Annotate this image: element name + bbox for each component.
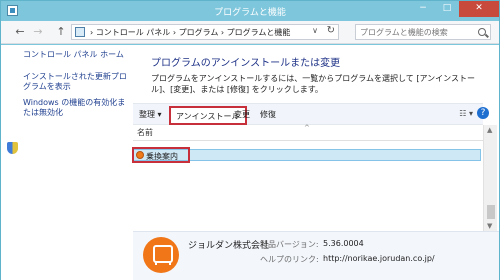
selection-highlight	[132, 147, 190, 163]
control-panel-icon	[75, 27, 85, 37]
details-pane: ジョルダン株式会社 製品バージョン: 5.36.0004 ヘルプのリンク: ht…	[133, 231, 499, 280]
sidebar-item-installed-updates[interactable]: インストールされた更新プログラムを表示	[23, 72, 129, 92]
scroll-down-icon[interactable]: ▼	[487, 222, 492, 230]
chevron-down-icon: ▾	[157, 110, 162, 119]
sort-arrow-icon: ^	[304, 124, 310, 132]
scrollbar[interactable]: ▲ ▼	[483, 125, 497, 231]
shield-icon	[7, 142, 18, 154]
sidebar: コントロール パネル ホーム インストールされた更新プログラムを表示 Windo…	[1, 45, 133, 280]
window: プログラムと機能 − □ ✕ ← → ↑ › コントロール パネル › プログラ…	[0, 0, 500, 280]
column-header-name[interactable]: 名前 ^	[133, 124, 483, 141]
up-button[interactable]: ↑	[54, 25, 68, 39]
forward-button[interactable]: →	[31, 25, 45, 39]
sidebar-item-windows-features[interactable]: Windows の機能の有効化または無効化	[23, 98, 129, 118]
refresh-icon[interactable]: ↻	[327, 25, 335, 36]
list-item[interactable]: 乗換案内	[132, 147, 481, 163]
back-button[interactable]: ←	[13, 25, 27, 39]
sidebar-item-home[interactable]: コントロール パネル ホーム	[23, 50, 127, 60]
search-box[interactable]	[355, 24, 491, 40]
train-icon	[143, 237, 179, 273]
help-link-label: ヘルプのリンク:	[260, 255, 319, 264]
chevron-down-icon[interactable]: ∨	[312, 26, 318, 35]
title-bar: プログラムと機能 − □ ✕	[1, 1, 499, 21]
column-header-label: 名前	[137, 128, 153, 137]
close-button[interactable]: ✕	[459, 1, 499, 17]
page-title: プログラムのアンインストールまたは変更	[151, 58, 341, 69]
toolbar: 整理 ▾ アンインストール 変更 修復 ☷ ▾ ?	[133, 103, 489, 125]
minimize-button[interactable]: −	[411, 1, 435, 17]
scroll-up-icon[interactable]: ▲	[487, 126, 492, 134]
main-panel: プログラムのアンインストールまたは変更 プログラムをアンインストールするには、一…	[132, 45, 499, 280]
navigation-bar: ← → ↑ › コントロール パネル › プログラム › プログラムと機能 ∨ …	[1, 21, 499, 44]
scrollbar-thumb[interactable]	[487, 205, 495, 219]
maximize-button[interactable]: □	[435, 1, 459, 17]
help-link[interactable]: http://norikae.jorudan.co.jp/	[323, 254, 435, 263]
publisher: ジョルダン株式会社	[188, 241, 270, 251]
help-icon[interactable]: ?	[477, 107, 489, 119]
repair-button[interactable]: 修復	[260, 109, 276, 120]
view-options-icon[interactable]: ☷ ▾	[459, 109, 473, 118]
change-button[interactable]: 変更	[234, 109, 250, 120]
search-icon[interactable]	[478, 28, 486, 36]
breadcrumb[interactable]: › コントロール パネル › プログラム › プログラムと機能	[90, 27, 290, 38]
organize-label: 整理	[139, 110, 155, 119]
organize-button[interactable]: 整理 ▾	[139, 109, 162, 120]
version-value: 5.36.0004	[323, 239, 364, 248]
version-label: 製品バージョン:	[260, 240, 319, 249]
page-description: プログラムをアンインストールするには、一覧からプログラムを選択して [アンインス…	[151, 74, 475, 94]
search-input[interactable]	[356, 25, 474, 39]
address-bar[interactable]: › コントロール パネル › プログラム › プログラムと機能 ∨ ↻	[71, 24, 339, 40]
